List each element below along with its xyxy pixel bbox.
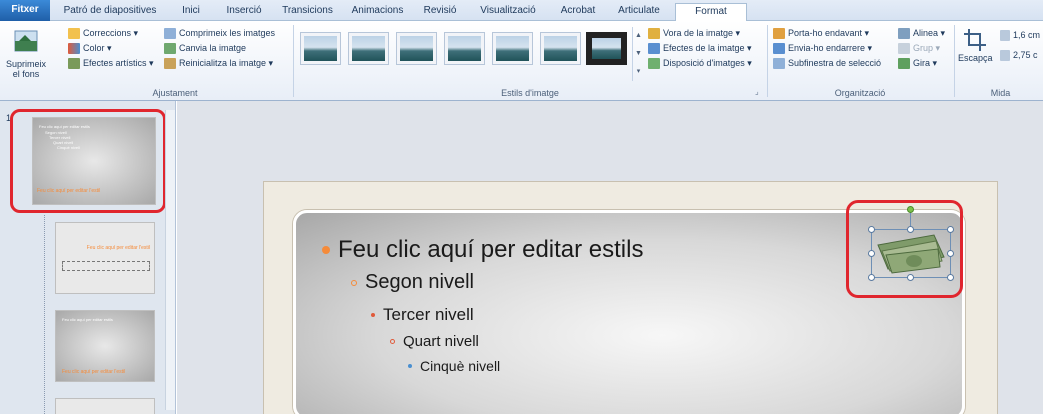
bullet-icon <box>390 339 395 344</box>
tab-animations[interactable]: Animacions <box>350 3 405 21</box>
layout-thumbnail-1[interactable]: Feu clic aquí per editar l'estil <box>55 222 155 294</box>
remove-background-label: Suprimeix el fons <box>5 59 46 79</box>
reset-picture-icon <box>164 57 176 69</box>
size-group-label: Mida <box>990 88 1011 98</box>
effects-icon <box>648 42 660 54</box>
bullet-icon <box>371 313 375 317</box>
color-icon <box>68 42 80 54</box>
bullet-icon <box>351 279 357 286</box>
sun-icon <box>68 27 80 39</box>
crop-button[interactable]: Escapça <box>958 27 993 63</box>
ribbon: Suprimeix el fons Correccions ▾ Color ▾ … <box>0 21 1043 101</box>
change-picture-button[interactable]: Canvia la imatge <box>164 42 246 54</box>
send-backward-icon <box>773 42 785 54</box>
align-button[interactable]: Alinea ▾ <box>898 27 945 39</box>
powerpoint-window: Fitxer Patró de diapositives Inici Inser… <box>0 0 1043 414</box>
arrange-group-label: Organització <box>834 88 886 98</box>
tab-articulate[interactable]: Articulate <box>614 3 664 21</box>
picture-border-button[interactable]: Vora de la imatge ▾ <box>648 27 740 39</box>
artistic-effects-button[interactable]: Efectes artístics ▾ <box>68 57 154 69</box>
color-button[interactable]: Color ▾ <box>68 42 112 54</box>
selection-pane-button[interactable]: Subfinestra de selecció <box>773 57 881 69</box>
layout-icon <box>648 57 660 69</box>
rotate-icon <box>898 57 910 69</box>
picture-style-7[interactable] <box>586 32 627 65</box>
tab-review[interactable]: Revisió <box>420 3 460 21</box>
bullet-level-2[interactable]: Segon nivell <box>351 271 474 294</box>
reset-picture-button[interactable]: Reinicialitza la imatge ▾ <box>164 57 273 69</box>
remove-background-button[interactable]: Suprimeix el fons <box>4 27 48 79</box>
crop-icon <box>964 29 986 51</box>
picture-style-6[interactable] <box>540 32 581 65</box>
bring-forward-button[interactable]: Porta-ho endavant ▾ <box>773 27 869 39</box>
styles-group-label: Estils d'imatge <box>501 88 559 98</box>
group-button[interactable]: Grup ▾ <box>898 42 940 54</box>
change-picture-icon <box>164 42 176 54</box>
bullet-level-4[interactable]: Quart nivell <box>390 333 479 350</box>
picture-style-5[interactable] <box>492 32 533 65</box>
align-icon <box>898 27 910 39</box>
width-icon <box>1000 49 1010 61</box>
tab-format[interactable]: Format <box>675 3 747 22</box>
group-separator <box>954 25 955 97</box>
group-separator <box>767 25 768 97</box>
corrections-button[interactable]: Correccions ▾ <box>68 27 138 39</box>
bullet-level-5[interactable]: Cinquè nivell <box>408 358 500 374</box>
selection-pane-icon <box>773 57 785 69</box>
thumbnail-tree-line <box>44 215 45 414</box>
send-backward-button[interactable]: Envia-ho endarrere ▾ <box>773 42 872 54</box>
remove-background-icon <box>14 30 38 52</box>
group-separator <box>293 25 294 97</box>
height-field[interactable]: 1,6 cm <box>1000 29 1040 41</box>
group-icon <box>898 42 910 54</box>
tab-insert[interactable]: Inserció <box>222 3 266 21</box>
tab-transitions[interactable]: Transicions <box>280 3 335 21</box>
picture-effects-button[interactable]: Efectes de la imatge ▾ <box>648 42 752 54</box>
ribbon-tab-bar: Fitxer Patró de diapositives Inici Inser… <box>0 0 1043 22</box>
gallery-scrollbar[interactable]: ▲ ▼ ▾ <box>632 27 644 81</box>
picture-style-2[interactable] <box>348 32 389 65</box>
compress-pictures-button[interactable]: Comprimeix les imatges <box>164 27 275 39</box>
bullet-level-3[interactable]: Tercer nivell <box>371 305 474 325</box>
bullet-icon <box>322 246 330 254</box>
adjust-group-label: Ajustament <box>152 88 198 98</box>
width-field[interactable]: 2,75 c <box>1000 49 1038 61</box>
tab-home[interactable]: Inici <box>176 3 206 21</box>
picture-style-3[interactable] <box>396 32 437 65</box>
pen-icon <box>648 27 660 39</box>
gallery-more-icon[interactable]: ▾ <box>633 63 644 81</box>
picture-highlight <box>846 200 963 298</box>
height-icon <box>1000 29 1010 41</box>
tab-file[interactable]: Fitxer <box>0 0 50 21</box>
picture-layout-button[interactable]: Disposició d'imatges ▾ <box>648 57 752 69</box>
picture-style-4[interactable] <box>444 32 485 65</box>
artistic-effects-icon <box>68 57 80 69</box>
tab-slide-master[interactable]: Patró de diapositives <box>60 3 160 21</box>
gallery-down-icon[interactable]: ▼ <box>633 45 644 63</box>
tab-acrobat[interactable]: Acrobat <box>556 3 600 21</box>
bring-forward-icon <box>773 27 785 39</box>
tab-view[interactable]: Visualització <box>478 3 538 21</box>
layout-thumbnail-3[interactable] <box>55 398 155 414</box>
picture-style-1[interactable] <box>300 32 341 65</box>
bullet-icon <box>408 364 412 368</box>
layout-thumbnail-2[interactable]: Feu clic aquí per editar estils Feu clic… <box>55 310 155 382</box>
dialog-launcher-icon[interactable]: ⌟ <box>755 87 759 96</box>
compress-icon <box>164 27 176 39</box>
bullet-level-1[interactable]: Feu clic aquí per editar estils <box>322 236 643 264</box>
master-thumbnail-highlight <box>10 109 166 213</box>
rotate-button[interactable]: Gira ▾ <box>898 57 937 69</box>
placeholder-box <box>62 261 150 271</box>
thumbnail-scrollbar[interactable] <box>165 110 175 410</box>
gallery-up-icon[interactable]: ▲ <box>633 27 644 45</box>
